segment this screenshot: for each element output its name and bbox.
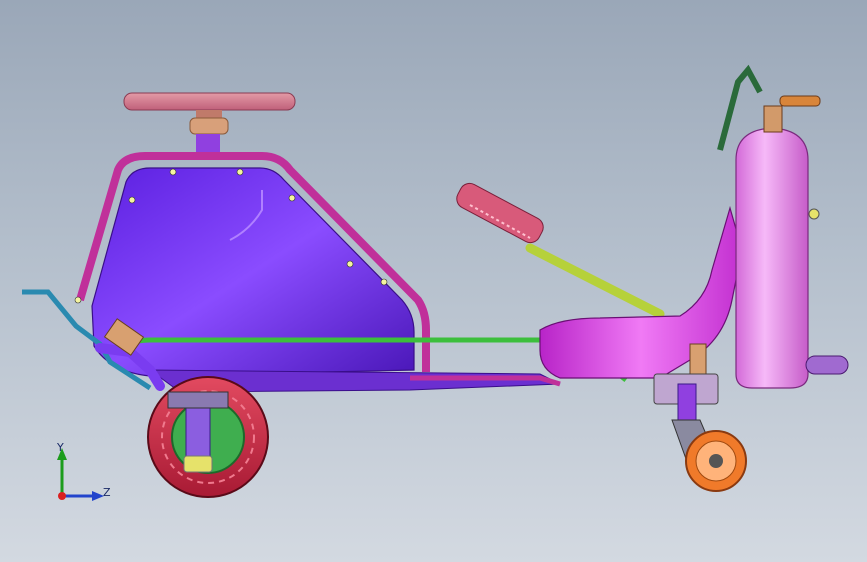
scooter-model[interactable] xyxy=(0,0,867,562)
z-axis-label: Z xyxy=(103,486,111,499)
extinguisher[interactable] xyxy=(717,64,849,389)
steering-wheel[interactable] xyxy=(123,92,296,156)
rear-wheel[interactable] xyxy=(147,376,269,498)
grip xyxy=(456,182,544,244)
fuel-tank-body[interactable] xyxy=(91,167,415,377)
extinguisher-cylinder xyxy=(735,127,809,389)
handle-bar[interactable] xyxy=(453,180,665,319)
y-axis-label: Y xyxy=(57,441,64,454)
outlet-pipe xyxy=(805,355,849,375)
axis-triad xyxy=(57,448,104,501)
x-axis-dot xyxy=(58,492,66,500)
valve-nozzle xyxy=(779,95,821,107)
cad-viewport[interactable]: Y Z xyxy=(0,0,867,562)
seat-body[interactable] xyxy=(539,205,743,379)
